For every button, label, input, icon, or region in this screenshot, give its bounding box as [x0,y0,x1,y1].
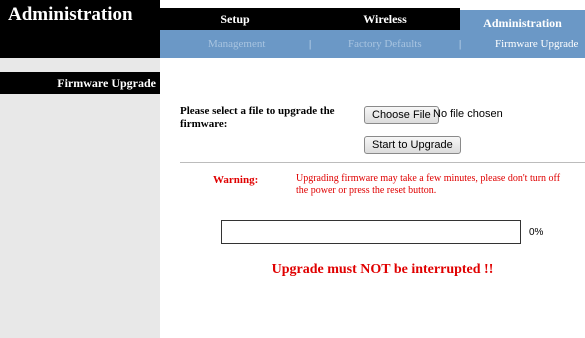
page-title: Administration [8,4,133,25]
tab-wireless[interactable]: Wireless [310,8,460,30]
file-select-label: Please select a file to upgrade the firm… [180,105,335,130]
start-upgrade-button[interactable]: Start to Upgrade [364,136,461,154]
subnav-separator: | [309,38,312,50]
header-brand-area: Administration [0,0,160,58]
main-content [160,58,585,338]
subnav-separator: | [459,38,462,50]
warning-label: Warning: [213,174,259,186]
sidebar-spacer [0,58,160,72]
subnav-firmware-upgrade[interactable]: Firmware Upgrade [495,30,578,58]
sidebar-section-header: Firmware Upgrade [0,72,160,94]
choose-file-button[interactable]: Choose File [364,106,439,124]
sidebar-body [0,94,160,338]
progress-percent: 0% [529,227,544,238]
tab-setup[interactable]: Setup [160,8,310,30]
subnav-management[interactable]: Management [208,30,265,58]
sidebar-section-title: Firmware Upgrade [57,76,156,90]
subnav-factory-defaults[interactable]: Factory Defaults [348,30,422,58]
interrupt-notice: Upgrade must NOT be interrupted !! [271,262,494,277]
warning-text: Upgrading firmware may take a few minute… [296,173,561,196]
file-status-text: No file chosen [433,108,503,120]
upgrade-progress-bar [221,220,521,244]
section-divider [180,162,585,163]
